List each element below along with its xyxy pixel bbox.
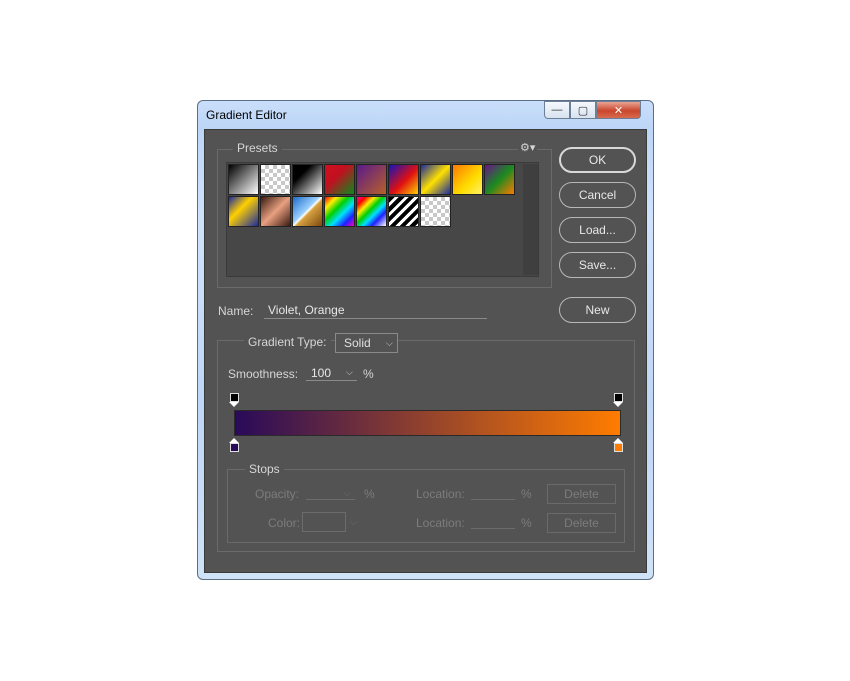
gradient-type-dropdown[interactable]: Solid ⌵ [335, 333, 398, 353]
color-swatch[interactable] [302, 512, 346, 532]
color-stop-left[interactable] [230, 443, 239, 452]
color-location-input[interactable] [471, 514, 515, 529]
preset-swatch-4[interactable] [324, 164, 355, 195]
opacity-stop-right[interactable] [614, 393, 623, 402]
caption-buttons: — ▢ ✕ [544, 101, 641, 121]
gear-icon[interactable]: ⚙▾ [518, 141, 538, 154]
delete-opacity-stop-button[interactable]: Delete [547, 484, 616, 504]
opacity-location-input[interactable] [471, 485, 515, 500]
new-button[interactable]: New [559, 297, 636, 323]
color-location-unit: % [521, 516, 532, 530]
chevron-down-icon: ⌵ [346, 367, 353, 377]
opacity-unit: % [364, 487, 375, 501]
smoothness-value: 100 [311, 366, 332, 380]
gradient-editor-window: Gradient Editor — ▢ ✕ Presets ⚙▾ OK Canc… [197, 100, 654, 580]
color-label: Color: [268, 516, 301, 530]
preset-swatch-3[interactable] [292, 164, 323, 195]
color-stop-right[interactable] [614, 443, 623, 452]
preset-swatch-9[interactable] [484, 164, 515, 195]
preset-swatch-8[interactable] [452, 164, 483, 195]
load-button[interactable]: Load... [559, 217, 636, 243]
preset-swatch-12[interactable] [292, 196, 323, 227]
opacity-stop-right-pointer [613, 402, 623, 407]
delete-color-stop-button[interactable]: Delete [547, 513, 616, 533]
name-label: Name: [218, 304, 254, 318]
preset-swatch-10[interactable] [228, 196, 259, 227]
presets-label: Presets [233, 141, 282, 155]
preset-swatch-5[interactable] [356, 164, 387, 195]
chevron-down-icon: ⌵ [344, 488, 351, 498]
preset-swatch-14[interactable] [356, 196, 387, 227]
chevron-down-icon: ⌵ [350, 517, 357, 527]
presets-list[interactable] [226, 162, 539, 277]
chevron-down-icon: ⌵ [386, 338, 393, 348]
smoothness-label: Smoothness: [228, 367, 299, 381]
preset-swatch-1[interactable] [228, 164, 259, 195]
name-value: Violet, Orange [268, 303, 345, 317]
opacity-location-label: Location: [416, 487, 465, 501]
opacity-input[interactable]: ⌵ [306, 485, 355, 500]
preset-swatch-15[interactable] [388, 196, 419, 227]
stops-label: Stops [245, 462, 284, 476]
preset-swatch-11[interactable] [260, 196, 291, 227]
preset-swatch-6[interactable] [388, 164, 419, 195]
preset-swatch-16[interactable] [420, 196, 451, 227]
close-button[interactable]: ✕ [596, 101, 641, 119]
preset-swatch-13[interactable] [324, 196, 355, 227]
opacity-stop-left[interactable] [230, 393, 239, 402]
opacity-location-unit: % [521, 487, 532, 501]
close-icon: ✕ [613, 104, 624, 117]
minimize-icon: — [551, 104, 563, 116]
smoothness-input[interactable]: 100 ⌵ [306, 364, 357, 381]
save-button[interactable]: Save... [559, 252, 636, 278]
color-location-label: Location: [416, 516, 465, 530]
window-title: Gradient Editor [206, 108, 287, 122]
preset-swatch-7[interactable] [420, 164, 451, 195]
preset-swatch-2[interactable] [260, 164, 291, 195]
maximize-button[interactable]: ▢ [570, 101, 596, 119]
presets-scrollbar[interactable] [523, 164, 538, 275]
maximize-icon: ▢ [577, 104, 589, 117]
ok-button[interactable]: OK [559, 147, 636, 173]
name-input[interactable]: Violet, Orange [264, 300, 487, 319]
gradient-type-value: Solid [344, 336, 371, 350]
cancel-button[interactable]: Cancel [559, 182, 636, 208]
dialog-client-area: Presets ⚙▾ OK Cancel Load... Save... New… [204, 129, 647, 573]
smoothness-unit: % [363, 367, 374, 381]
gradient-type-label: Gradient Type: [244, 335, 331, 349]
gradient-preview-bar[interactable] [234, 410, 621, 436]
opacity-label: Opacity: [255, 487, 300, 501]
minimize-button[interactable]: — [544, 101, 570, 119]
opacity-stop-left-pointer [229, 402, 239, 407]
